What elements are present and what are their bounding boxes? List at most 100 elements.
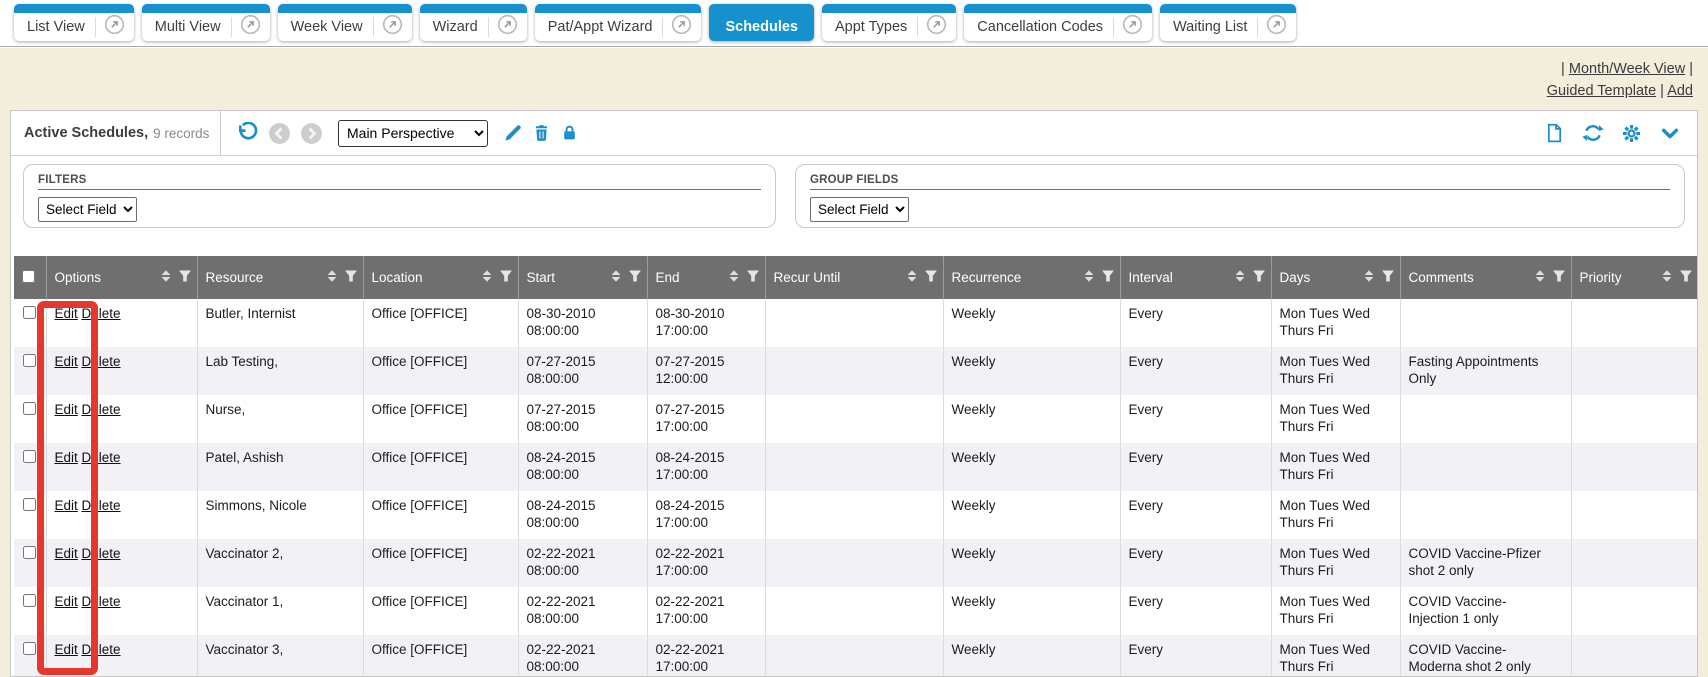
popout-arrow-icon[interactable]	[240, 14, 261, 40]
row-checkbox[interactable]	[23, 306, 36, 319]
edit-link[interactable]: Edit	[55, 450, 78, 465]
separator: |	[1561, 61, 1565, 77]
cell-comments: COVID Vaccine-Pfizer shot 2 only	[1400, 539, 1571, 587]
tab-multi-view[interactable]: Multi View	[142, 4, 270, 41]
cell-start: 08-24-2015 08:00:00	[518, 491, 647, 539]
tab-wizard[interactable]: Wizard	[420, 4, 527, 41]
row-options-cell: Edit Delete	[46, 491, 197, 539]
row-options-cell: Edit Delete	[46, 635, 197, 677]
sort-icon[interactable]	[326, 269, 338, 286]
filter-funnel-icon[interactable]	[628, 270, 642, 285]
collapse-chevron-icon[interactable]	[1659, 124, 1681, 143]
delete-link[interactable]: Delete	[82, 642, 121, 657]
sort-icon[interactable]	[1234, 269, 1246, 286]
cell-resource: Simmons, Nicole	[197, 491, 363, 539]
cell-interval: Every	[1120, 347, 1271, 395]
delete-link[interactable]: Delete	[82, 498, 121, 513]
edit-link[interactable]: Edit	[55, 354, 78, 369]
delete-trash-icon[interactable]	[532, 123, 551, 143]
tab-schedules[interactable]: Schedules	[709, 4, 814, 41]
row-checkbox[interactable]	[23, 402, 36, 415]
filter-funnel-icon[interactable]	[344, 270, 358, 285]
sort-icon[interactable]	[1083, 269, 1095, 286]
group-fields-select[interactable]: Select Field	[810, 197, 909, 222]
filter-funnel-icon[interactable]	[1679, 270, 1693, 285]
sort-icon[interactable]	[1661, 269, 1673, 286]
cell-days: Mon Tues Wed Thurs Fri	[1271, 491, 1400, 539]
row-checkbox[interactable]	[23, 498, 36, 511]
popout-arrow-icon[interactable]	[104, 14, 125, 40]
filter-funnel-icon[interactable]	[499, 270, 513, 285]
cell-days: Mon Tues Wed Thurs Fri	[1271, 587, 1400, 635]
sort-icon[interactable]	[1363, 269, 1375, 286]
sort-icon[interactable]	[906, 269, 918, 286]
next-icon[interactable]	[300, 122, 323, 145]
tab-label: Waiting List	[1173, 19, 1257, 35]
perspective-select[interactable]: Main Perspective	[338, 120, 488, 147]
delete-link[interactable]: Delete	[82, 546, 121, 561]
column-label: Recur Until	[774, 270, 900, 285]
edit-link[interactable]: Edit	[55, 306, 78, 321]
filter-funnel-icon[interactable]	[1381, 270, 1395, 285]
filter-funnel-icon[interactable]	[1252, 270, 1266, 285]
lock-icon[interactable]	[560, 123, 579, 143]
edit-link[interactable]: Edit	[55, 642, 78, 657]
popout-arrow-icon[interactable]	[671, 14, 692, 40]
select-all-checkbox[interactable]	[22, 270, 35, 283]
filter-funnel-icon[interactable]	[746, 270, 760, 285]
month-week-view-link[interactable]: Month/Week View	[1569, 61, 1685, 77]
tab-week-view[interactable]: Week View	[278, 4, 412, 41]
row-checkbox[interactable]	[23, 354, 36, 367]
delete-link[interactable]: Delete	[82, 450, 121, 465]
column-header-comments: Comments	[1400, 256, 1571, 299]
sort-icon[interactable]	[160, 269, 172, 286]
edit-link[interactable]: Edit	[55, 498, 78, 513]
cell-interval: Every	[1120, 443, 1271, 491]
cell-interval: Every	[1120, 299, 1271, 347]
popout-arrow-icon[interactable]	[497, 14, 518, 40]
sort-icon[interactable]	[610, 269, 622, 286]
tab-divider	[488, 17, 489, 37]
sort-icon[interactable]	[728, 269, 740, 286]
delete-link[interactable]: Delete	[82, 306, 121, 321]
row-checkbox[interactable]	[23, 546, 36, 559]
filter-funnel-icon[interactable]	[1552, 270, 1566, 285]
row-checkbox[interactable]	[23, 594, 36, 607]
edit-pencil-icon[interactable]	[503, 123, 523, 143]
delete-link[interactable]: Delete	[82, 354, 121, 369]
tab-divider	[1113, 17, 1114, 37]
edit-link[interactable]: Edit	[55, 594, 78, 609]
tab-list-view[interactable]: List View	[14, 4, 134, 41]
refresh-icon[interactable]	[1582, 122, 1604, 144]
tab-waiting-list[interactable]: Waiting List	[1160, 4, 1296, 41]
row-checkbox[interactable]	[23, 642, 36, 655]
new-document-icon[interactable]	[1544, 122, 1565, 144]
row-checkbox[interactable]	[23, 450, 36, 463]
guided-template-link[interactable]: Guided Template	[1547, 83, 1656, 99]
delete-link[interactable]: Delete	[82, 594, 121, 609]
sort-icon[interactable]	[1534, 269, 1546, 286]
filters-field-select[interactable]: Select Field	[38, 197, 137, 222]
reset-icon[interactable]	[236, 122, 259, 145]
add-link[interactable]: Add	[1667, 83, 1693, 99]
popout-arrow-icon[interactable]	[1266, 14, 1287, 40]
filter-funnel-icon[interactable]	[924, 270, 938, 285]
cell-priority	[1571, 347, 1698, 395]
popout-arrow-icon[interactable]	[1122, 14, 1143, 40]
popout-arrow-icon[interactable]	[382, 14, 403, 40]
tab-appt-types[interactable]: Appt Types	[822, 4, 956, 41]
tab-pat-appt-wizard[interactable]: Pat/Appt Wizard	[535, 4, 702, 41]
delete-link[interactable]: Delete	[82, 402, 121, 417]
edit-link[interactable]: Edit	[55, 402, 78, 417]
tab-cancellation-codes[interactable]: Cancellation Codes	[964, 4, 1152, 41]
table-row: Edit DeleteVaccinator 2,Office [OFFICE]0…	[14, 539, 1698, 587]
cell-start: 02-22-2021 08:00:00	[518, 587, 647, 635]
settings-gear-icon[interactable]	[1621, 123, 1642, 144]
filter-funnel-icon[interactable]	[1101, 270, 1115, 285]
popout-arrow-icon[interactable]	[926, 14, 947, 40]
previous-icon[interactable]	[268, 122, 291, 145]
edit-link[interactable]: Edit	[55, 546, 78, 561]
cell-location: Office [OFFICE]	[363, 635, 518, 677]
sort-icon[interactable]	[481, 269, 493, 286]
filter-funnel-icon[interactable]	[178, 270, 192, 285]
